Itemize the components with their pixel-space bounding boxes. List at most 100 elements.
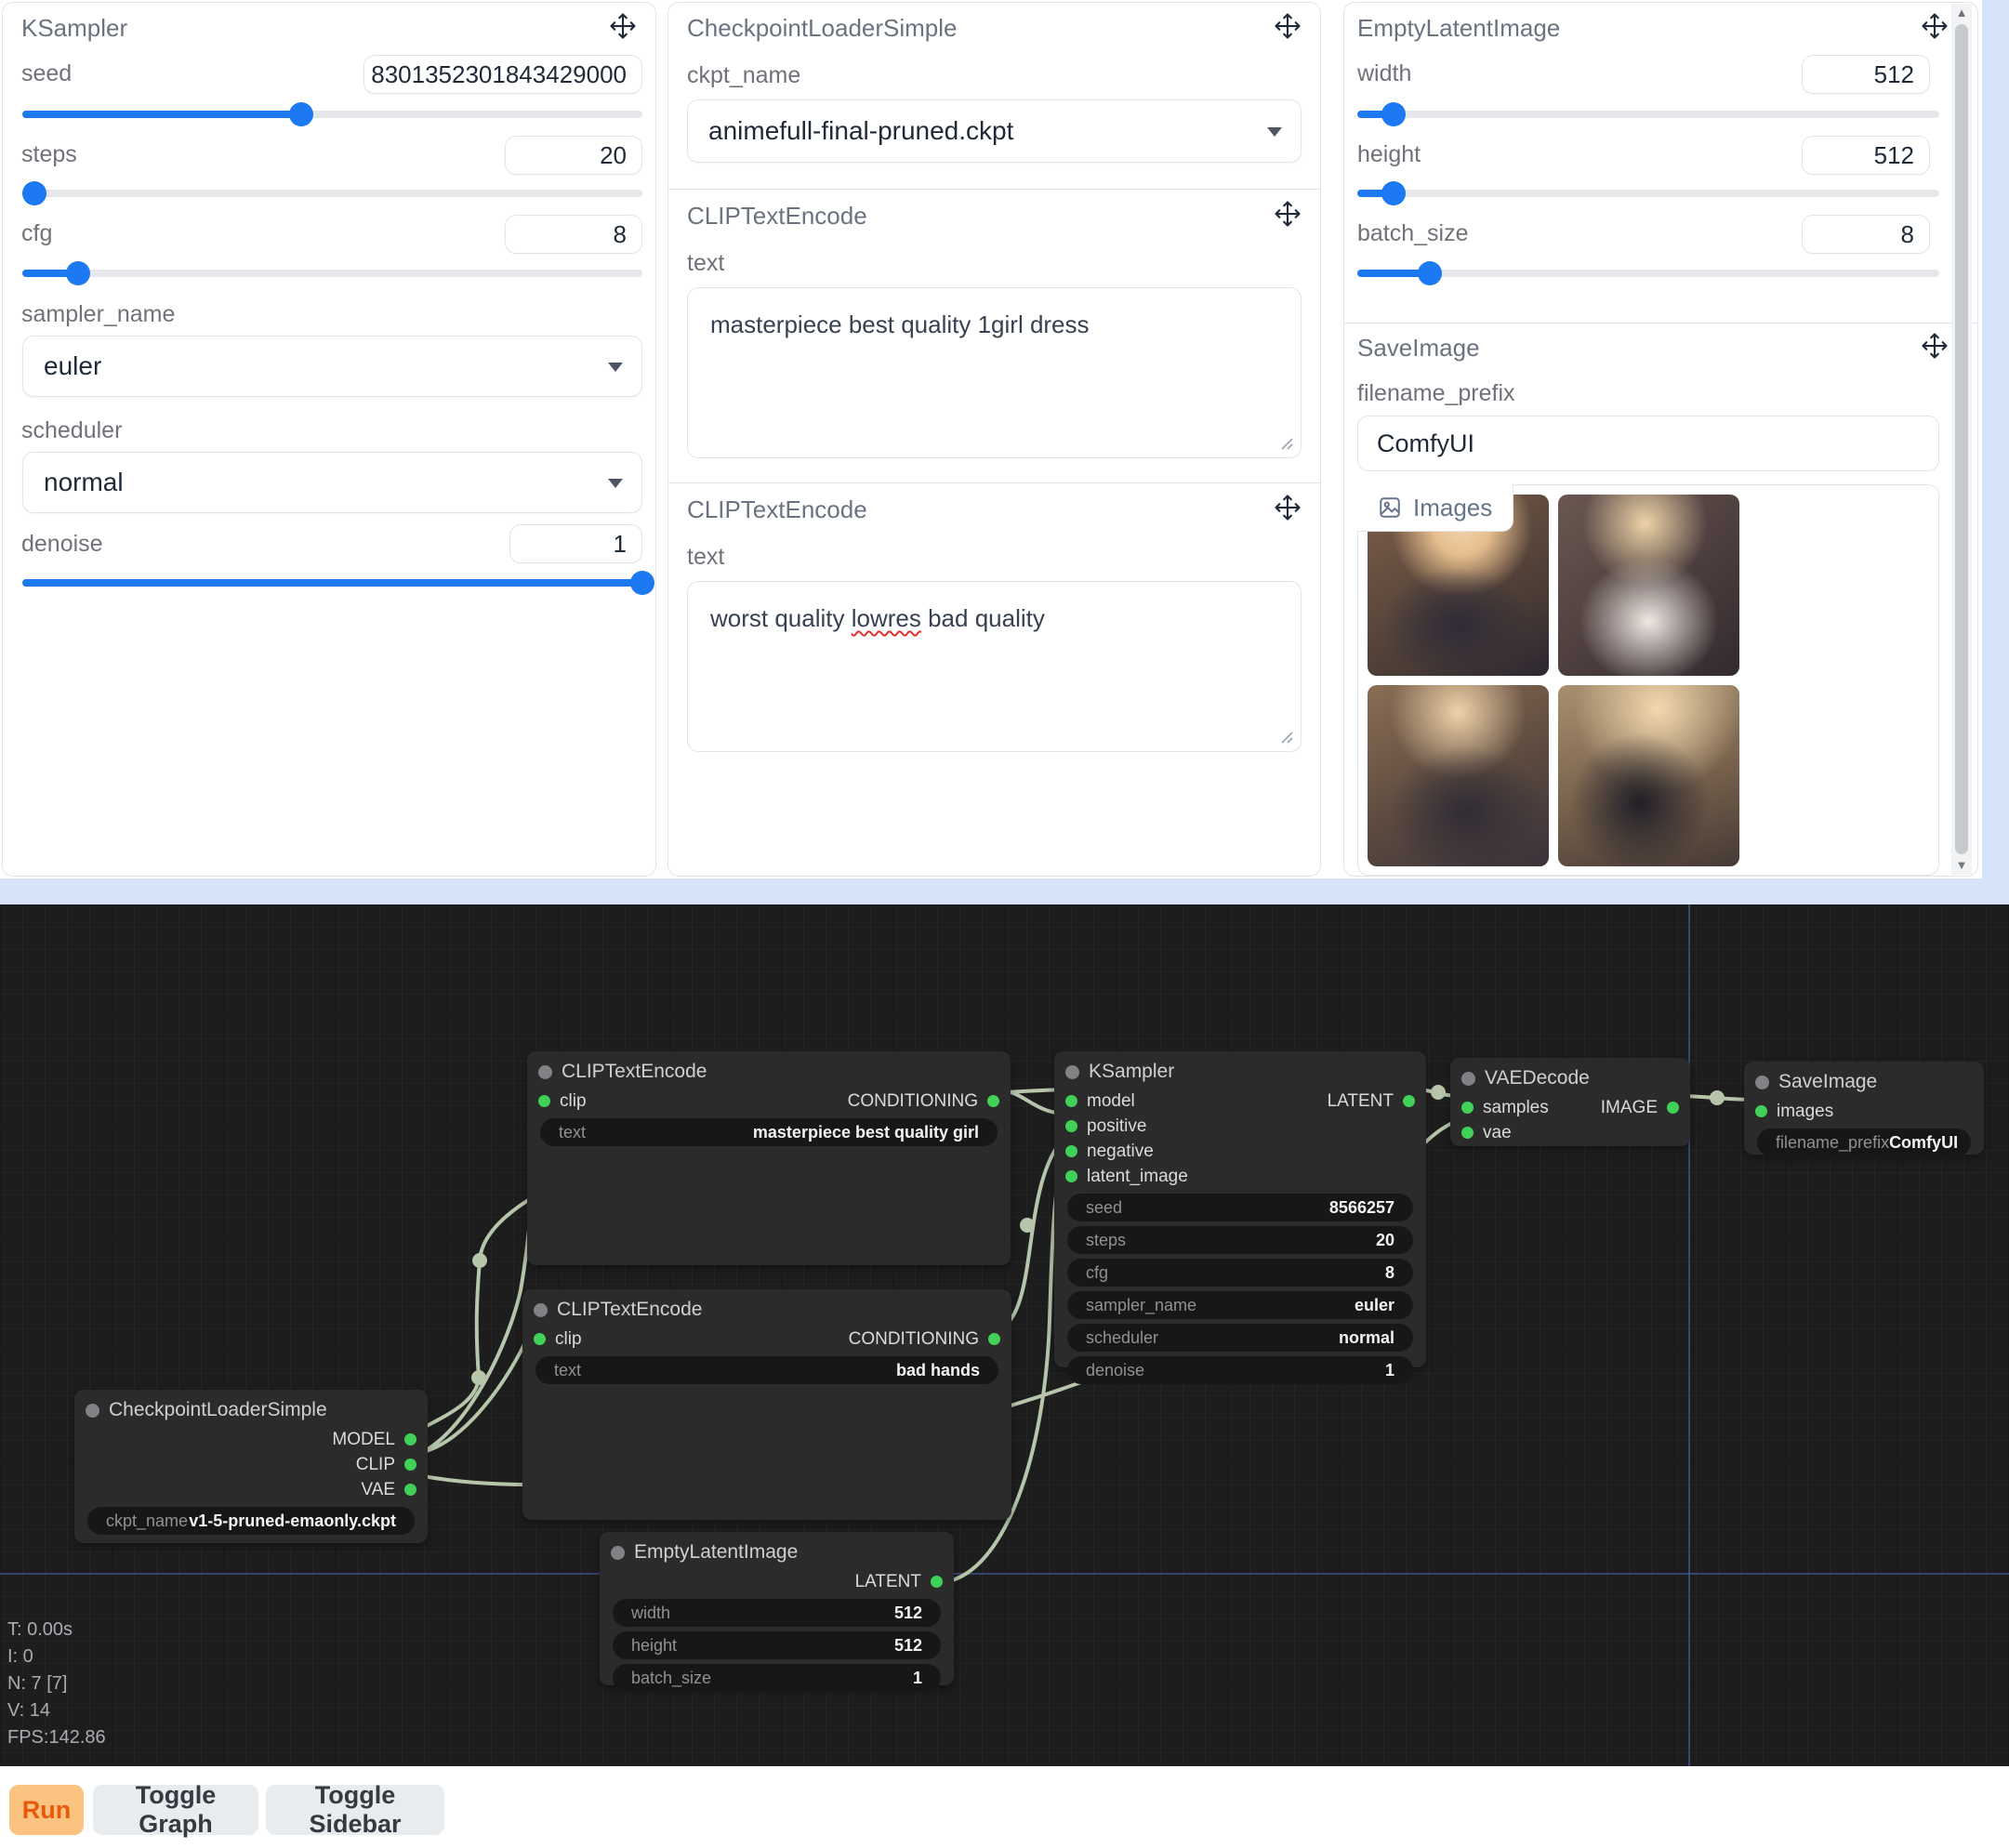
right-column-scrollbar[interactable]: ▲ ▼ [1951, 4, 1972, 875]
move-icon[interactable] [1921, 332, 1949, 360]
denoise-label: denoise [21, 531, 103, 558]
graph-node-saveimage[interactable]: SaveImage images filename_prefixComfyUI [1744, 1062, 1984, 1155]
height-input[interactable]: 512 [1802, 136, 1930, 175]
node-widget[interactable]: steps20 [1067, 1226, 1413, 1254]
collapse-dot[interactable] [611, 1546, 625, 1560]
collapse-dot[interactable] [534, 1303, 548, 1317]
filename-prefix-input[interactable]: ComfyUI [1357, 416, 1939, 471]
resize-handle-icon[interactable] [1278, 729, 1293, 744]
ckpt-name-label: ckpt_name [687, 62, 800, 89]
node-widget[interactable]: textmasterpiece best quality girl [540, 1118, 998, 1146]
node-widget[interactable]: cfg8 [1067, 1259, 1413, 1287]
generated-image[interactable] [1368, 685, 1549, 866]
input-port[interactable] [1755, 1105, 1767, 1117]
node-widget[interactable]: sampler_nameeuler [1067, 1291, 1413, 1319]
width-slider[interactable] [1357, 111, 1939, 118]
output-port[interactable] [987, 1095, 999, 1107]
scroll-up-icon[interactable]: ▲ [1956, 4, 1968, 22]
input-port[interactable] [1065, 1170, 1077, 1182]
node-widget[interactable]: width512 [613, 1599, 941, 1627]
ckpt-name-select[interactable]: animefull-final-pruned.ckpt [687, 99, 1302, 163]
output-port[interactable] [404, 1433, 416, 1445]
collapse-dot[interactable] [1755, 1076, 1769, 1089]
node-widget[interactable]: schedulernormal [1067, 1324, 1413, 1352]
input-port[interactable] [1461, 1102, 1474, 1114]
height-slider[interactable] [1357, 190, 1939, 197]
cfg-slider[interactable] [22, 270, 642, 277]
sampler-name-label: sampler_name [21, 301, 175, 328]
node-widget[interactable]: denoise1 [1067, 1356, 1413, 1384]
text-label: text [687, 250, 724, 277]
positive-prompt-textarea[interactable]: masterpiece best quality 1girl dress [687, 287, 1302, 458]
input-label: model [1087, 1091, 1135, 1112]
collapse-dot[interactable] [86, 1404, 99, 1418]
graph-node-ksampler[interactable]: KSampler model LATENT positive negative … [1054, 1051, 1426, 1367]
input-port[interactable] [534, 1333, 546, 1345]
output-port[interactable] [1403, 1095, 1415, 1107]
input-port[interactable] [1065, 1120, 1077, 1132]
collapse-dot[interactable] [538, 1065, 552, 1079]
steps-slider[interactable] [22, 190, 642, 197]
reroute-dot [472, 1253, 487, 1268]
generated-image[interactable] [1558, 495, 1739, 676]
reroute-dot [1431, 1085, 1446, 1100]
output-port[interactable] [404, 1484, 416, 1496]
graph-node-emptylatent[interactable]: EmptyLatentImage LATENT width512 height5… [600, 1532, 954, 1685]
move-icon[interactable] [1921, 12, 1949, 40]
toggle-graph-button[interactable]: Toggle Graph [93, 1785, 258, 1835]
scrollbar-thumb[interactable] [1955, 24, 1968, 854]
input-port[interactable] [1065, 1145, 1077, 1157]
seed-slider[interactable] [22, 111, 642, 118]
input-port[interactable] [1065, 1095, 1077, 1107]
run-button[interactable]: Run [9, 1785, 84, 1835]
move-icon[interactable] [1274, 12, 1302, 40]
scroll-down-icon[interactable]: ▼ [1956, 856, 1968, 875]
graph-node-clip-positive[interactable]: CLIPTextEncode clip CONDITIONING textmas… [527, 1051, 1011, 1265]
negative-prompt-textarea[interactable]: worst quality lowres bad quality [687, 581, 1302, 752]
collapse-dot[interactable] [1461, 1072, 1475, 1086]
output-port[interactable] [1667, 1102, 1679, 1114]
sampler-name-value: euler [44, 351, 101, 381]
output-port[interactable] [404, 1459, 416, 1471]
output-label: CLIP [356, 1455, 395, 1475]
images-tab[interactable]: Images [1357, 484, 1513, 532]
toggle-sidebar-button[interactable]: Toggle Sidebar [266, 1785, 444, 1835]
generated-image[interactable] [1558, 685, 1739, 866]
move-icon[interactable] [609, 12, 637, 40]
collapse-dot[interactable] [1065, 1065, 1079, 1079]
stat-version: V: 14 [7, 1697, 106, 1724]
node-widget[interactable]: ckpt_namev1-5-pruned-emaonly.ckpt [87, 1507, 415, 1535]
output-port[interactable] [988, 1333, 1000, 1345]
graph-node-checkpoint[interactable]: CheckpointLoaderSimple MODEL CLIP VAE ck… [74, 1390, 428, 1543]
node-graph-canvas[interactable]: CLIPTextEncode clip CONDITIONING textmas… [0, 904, 2009, 1766]
input-label: clip [560, 1091, 587, 1112]
batch-size-input[interactable]: 8 [1802, 215, 1930, 254]
reroute-dot [1710, 1090, 1725, 1105]
move-icon[interactable] [1274, 200, 1302, 228]
positive-prompt-text: masterpiece best quality 1girl dress [710, 310, 1090, 338]
graph-node-clip-negative[interactable]: CLIPTextEncode clip CONDITIONING textbad… [522, 1289, 1011, 1520]
input-port[interactable] [1461, 1127, 1474, 1139]
move-icon[interactable] [1274, 494, 1302, 521]
scheduler-select[interactable]: normal [22, 452, 642, 513]
resize-handle-icon[interactable] [1278, 435, 1293, 450]
node-title: EmptyLatentImage [634, 1541, 798, 1564]
input-port[interactable] [538, 1095, 550, 1107]
node-widget[interactable]: filename_prefixComfyUI [1757, 1129, 1971, 1156]
denoise-slider[interactable] [22, 579, 642, 587]
width-input[interactable]: 512 [1802, 55, 1930, 94]
sampler-name-select[interactable]: euler [22, 336, 642, 397]
node-widget[interactable]: height512 [613, 1631, 941, 1659]
comfyui-app: KSampler seed 8301352301843429000 steps … [0, 0, 2009, 1848]
node-widget[interactable]: seed8566257 [1067, 1194, 1413, 1221]
graph-node-vaedecode[interactable]: VAEDecode samples IMAGE vae [1450, 1058, 1690, 1146]
cfg-input[interactable]: 8 [505, 215, 642, 254]
seed-input[interactable]: 8301352301843429000 [363, 55, 642, 94]
node-widget[interactable]: textbad hands [535, 1356, 998, 1384]
output-port[interactable] [931, 1576, 943, 1588]
node-widget[interactable]: batch_size1 [613, 1664, 941, 1692]
batch-size-label: batch_size [1357, 220, 1469, 247]
batch-size-slider[interactable] [1357, 270, 1939, 277]
steps-input[interactable]: 20 [505, 136, 642, 175]
denoise-input[interactable]: 1 [509, 524, 642, 563]
